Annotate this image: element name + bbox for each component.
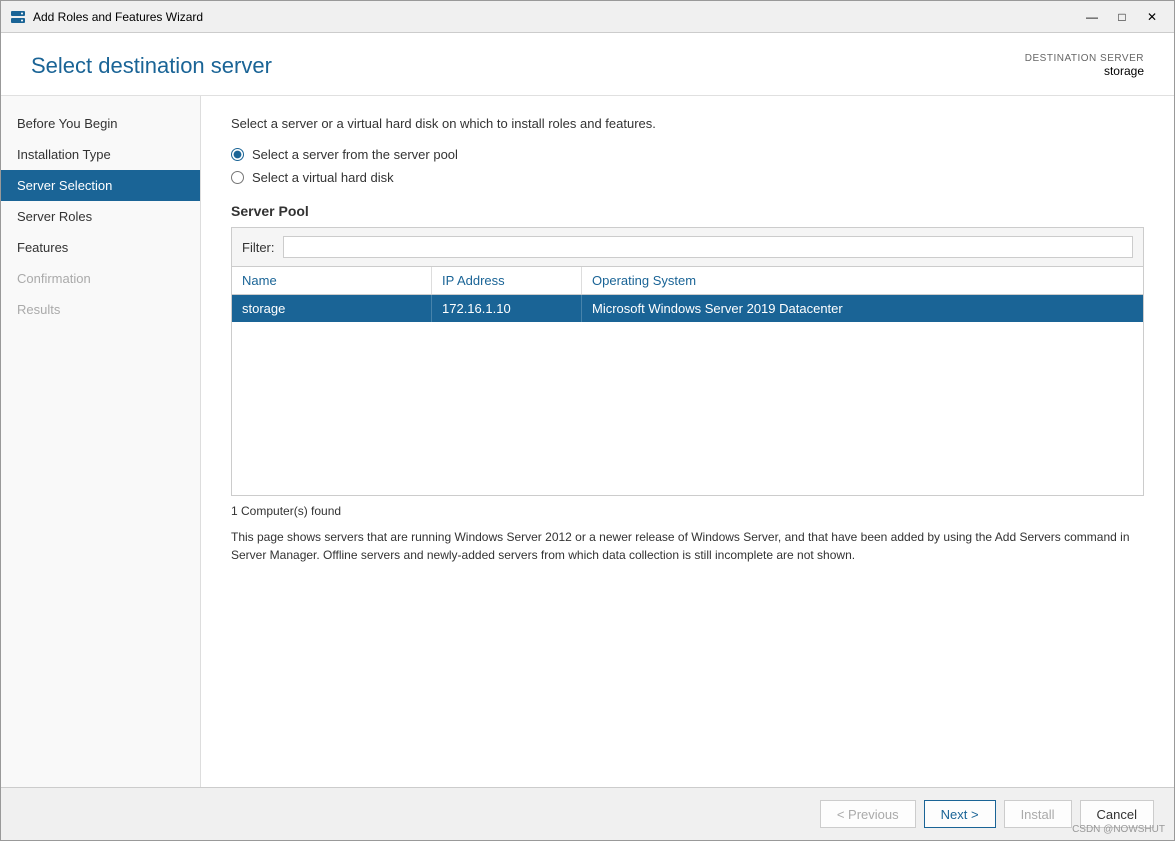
- table-row[interactable]: storage 172.16.1.10 Microsoft Windows Se…: [232, 295, 1143, 322]
- filter-row: Filter:: [232, 228, 1143, 267]
- server-pool-container: Filter: Name IP Address Operating System…: [231, 227, 1144, 496]
- watermark: CSDN @NOWSHUT: [1072, 824, 1165, 835]
- vhd-radio[interactable]: [231, 171, 244, 184]
- destination-server-info: DESTINATION SERVER storage: [1025, 53, 1144, 78]
- page-title: Select destination server: [31, 53, 272, 79]
- window-title: Add Roles and Features Wizard: [33, 10, 1078, 24]
- col-os: Operating System: [582, 267, 1143, 294]
- content-area: Select a server or a virtual hard disk o…: [201, 96, 1174, 787]
- sidebar-item-before-you-begin[interactable]: Before You Begin: [1, 108, 200, 139]
- filter-input[interactable]: [283, 236, 1134, 258]
- col-ip: IP Address: [432, 267, 582, 294]
- radio-option-server-pool[interactable]: Select a server from the server pool: [231, 147, 1144, 162]
- sidebar-item-confirmation: Confirmation: [1, 263, 200, 294]
- main-window: Add Roles and Features Wizard — □ ✕ Sele…: [0, 0, 1175, 841]
- radio-group: Select a server from the server pool Sel…: [231, 147, 1144, 185]
- sidebar-item-features[interactable]: Features: [1, 232, 200, 263]
- sidebar-item-results: Results: [1, 294, 200, 325]
- sidebar-item-installation-type[interactable]: Installation Type: [1, 139, 200, 170]
- server-pool-radio[interactable]: [231, 148, 244, 161]
- app-icon: [9, 8, 27, 26]
- header: Select destination server DESTINATION SE…: [1, 33, 1174, 96]
- window-controls: — □ ✕: [1078, 6, 1166, 28]
- info-text: This page shows servers that are running…: [231, 528, 1144, 564]
- sidebar: Before You Begin Installation Type Serve…: [1, 96, 201, 787]
- destination-label: DESTINATION SERVER: [1025, 53, 1144, 64]
- sidebar-item-server-selection[interactable]: Server Selection: [1, 170, 200, 201]
- install-button[interactable]: Install: [1004, 800, 1072, 828]
- main-content: Before You Begin Installation Type Serve…: [1, 96, 1174, 787]
- col-name: Name: [232, 267, 432, 294]
- maximize-button[interactable]: □: [1108, 6, 1136, 28]
- title-bar: Add Roles and Features Wizard — □ ✕: [1, 1, 1174, 33]
- cell-os: Microsoft Windows Server 2019 Datacenter: [582, 295, 1143, 322]
- footer: < Previous Next > Install Cancel: [1, 787, 1174, 840]
- minimize-button[interactable]: —: [1078, 6, 1106, 28]
- vhd-label[interactable]: Select a virtual hard disk: [252, 170, 394, 185]
- destination-value: storage: [1104, 64, 1144, 78]
- computers-found: 1 Computer(s) found: [231, 504, 1144, 518]
- filter-label: Filter:: [242, 240, 275, 255]
- cell-name: storage: [232, 295, 432, 322]
- page-description: Select a server or a virtual hard disk o…: [231, 116, 1144, 131]
- table-header: Name IP Address Operating System: [232, 267, 1143, 295]
- sidebar-item-server-roles[interactable]: Server Roles: [1, 201, 200, 232]
- server-pool-label[interactable]: Select a server from the server pool: [252, 147, 458, 162]
- cell-ip: 172.16.1.10: [432, 295, 582, 322]
- next-button[interactable]: Next >: [924, 800, 996, 828]
- close-button[interactable]: ✕: [1138, 6, 1166, 28]
- table-body: storage 172.16.1.10 Microsoft Windows Se…: [232, 295, 1143, 495]
- previous-button[interactable]: < Previous: [820, 800, 916, 828]
- server-pool-title: Server Pool: [231, 203, 1144, 219]
- radio-option-vhd[interactable]: Select a virtual hard disk: [231, 170, 1144, 185]
